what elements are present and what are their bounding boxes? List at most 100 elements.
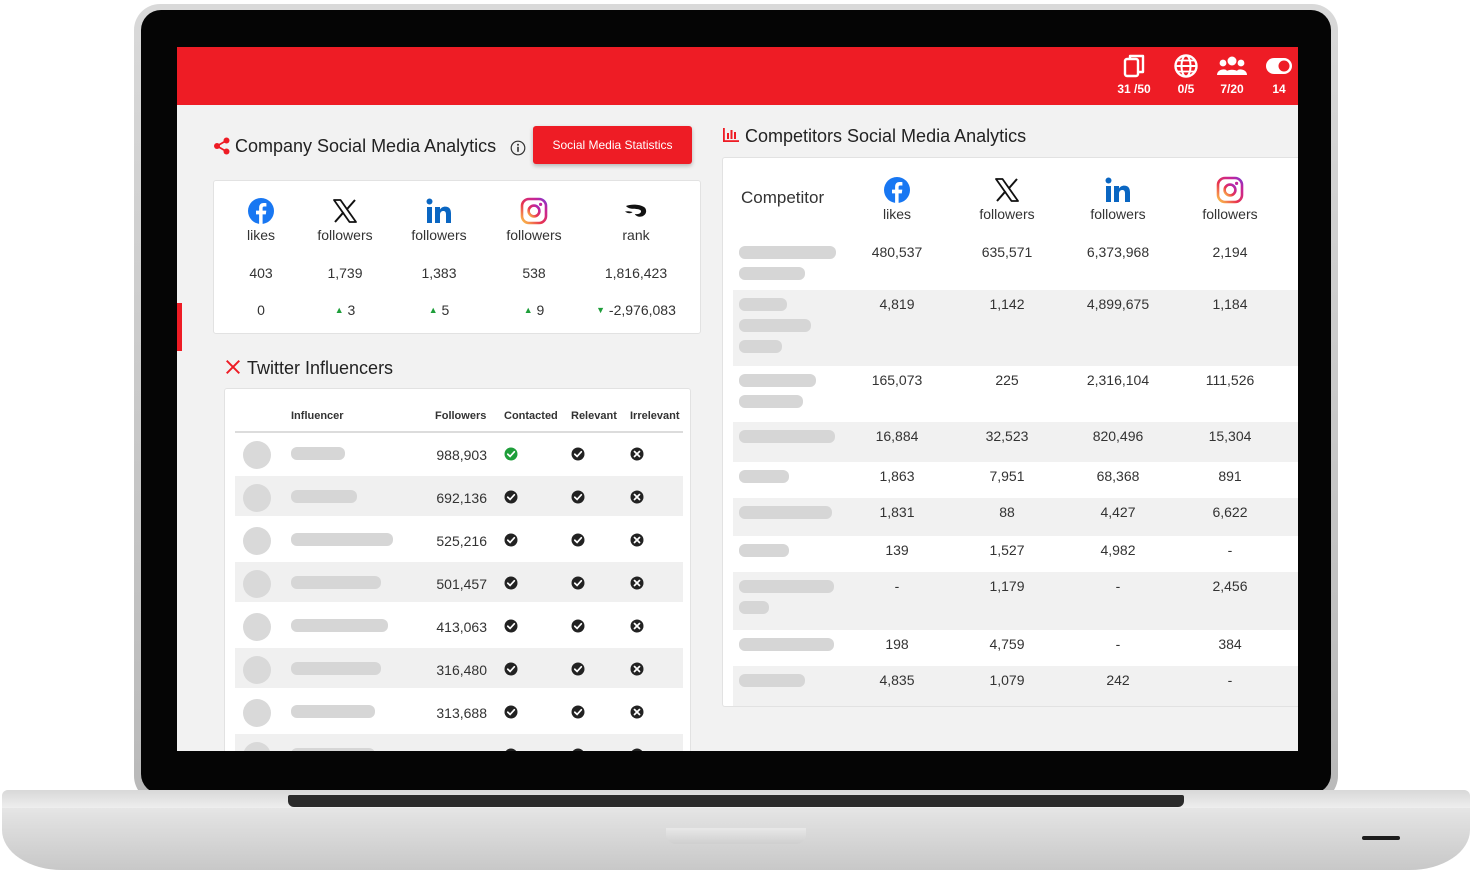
- company-rank-change: -2,976,083: [608, 302, 676, 318]
- avatar: [243, 441, 271, 469]
- competitor-value: 6,622: [1212, 504, 1248, 520]
- company-rank-metric: rank: [622, 227, 650, 243]
- contacted-check-icon[interactable]: [504, 662, 518, 676]
- table-row[interactable]: 4,835 1,079 242 -: [733, 666, 1298, 706]
- pages-icon: [1123, 54, 1145, 78]
- company-instagram-metric: followers: [506, 227, 562, 243]
- relevant-check-icon[interactable]: [571, 705, 585, 719]
- competitor-value: -: [1115, 578, 1121, 594]
- users-counter[interactable]: 7/20: [1206, 53, 1258, 96]
- comp-linkedin-metric: followers: [1090, 206, 1146, 222]
- table-row[interactable]: 139 1,527 4,982 -: [733, 536, 1298, 572]
- company-instagram-change-wrap: ▲ 9: [501, 302, 567, 318]
- irrelevant-x-icon[interactable]: [630, 705, 644, 719]
- table-row[interactable]: 1,831 88 4,427 6,622: [733, 498, 1298, 536]
- table-row[interactable]: 480,537 635,571 6,373,968 2,194: [733, 238, 1298, 290]
- competitor-value: 1,142: [989, 296, 1025, 312]
- competitor-value: 1,184: [1212, 296, 1248, 312]
- avatar: [243, 613, 271, 641]
- relevant-check-icon[interactable]: [571, 662, 585, 676]
- irrelevant-x-icon[interactable]: [630, 662, 644, 676]
- relevant-check-icon[interactable]: [571, 619, 585, 633]
- relevant-check-icon[interactable]: [571, 748, 585, 751]
- company-instagram-value: 538: [522, 265, 546, 281]
- table-row[interactable]: 4,819 1,142 4,899,675 1,184: [733, 290, 1298, 366]
- toggle-count: 14: [1272, 82, 1286, 96]
- irrelevant-x-icon[interactable]: [630, 533, 644, 547]
- relevant-check-icon[interactable]: [571, 447, 585, 461]
- competitor-value: 2,316,104: [1086, 372, 1150, 388]
- table-row[interactable]: 289,921: [235, 734, 683, 751]
- company-x-metric: followers: [317, 227, 373, 243]
- competitor-value: 242: [1106, 672, 1130, 688]
- company-x-change: 3: [347, 302, 356, 318]
- competitor-value: 635,571: [981, 244, 1033, 260]
- avatar: [243, 742, 271, 751]
- competitor-value: 2,456: [1212, 578, 1248, 594]
- table-row[interactable]: 692,136: [235, 476, 683, 516]
- table-row[interactable]: 16,884 32,523 820,496 15,304: [733, 422, 1298, 462]
- col-irrelevant: Irrelevant: [630, 410, 680, 422]
- influencer-name-placeholder: [291, 447, 345, 460]
- instagram-icon: [1216, 176, 1244, 204]
- irrelevant-x-icon[interactable]: [630, 447, 644, 461]
- avatar: [243, 484, 271, 512]
- contacted-check-icon[interactable]: [504, 447, 518, 461]
- social-media-statistics-button[interactable]: Social Media Statistics: [533, 126, 692, 164]
- info-icon[interactable]: [510, 140, 526, 156]
- contacted-check-icon[interactable]: [504, 576, 518, 590]
- contacted-check-icon[interactable]: [504, 748, 518, 751]
- table-row[interactable]: 313,688: [235, 691, 683, 731]
- relevant-check-icon[interactable]: [571, 576, 585, 590]
- influencer-followers: 413,063: [436, 619, 487, 635]
- avatar: [243, 699, 271, 727]
- col-followers: Followers: [435, 410, 487, 422]
- contacted-check-icon[interactable]: [504, 490, 518, 504]
- irrelevant-x-icon[interactable]: [630, 576, 644, 590]
- company-x-col: followers: [312, 197, 378, 243]
- relevant-check-icon[interactable]: [571, 490, 585, 504]
- contacted-check-icon[interactable]: [504, 705, 518, 719]
- table-row[interactable]: 198 4,759 - 384: [733, 630, 1298, 666]
- company-x-value: 1,739: [327, 265, 363, 281]
- table-row[interactable]: 525,216: [235, 519, 683, 559]
- company-rank-value: 1,816,423: [604, 265, 668, 281]
- table-row[interactable]: 1,863 7,951 68,368 891: [733, 462, 1298, 498]
- sites-counter[interactable]: 0/5: [1160, 53, 1212, 96]
- irrelevant-x-icon[interactable]: [630, 619, 644, 633]
- x-icon: [995, 178, 1019, 202]
- users-count: 7/20: [1220, 82, 1244, 96]
- company-rank-col: rank: [603, 197, 669, 243]
- relevant-check-icon[interactable]: [571, 533, 585, 547]
- influencers-card: Influencer Followers Contacted Relevant …: [224, 388, 691, 751]
- irrelevant-x-icon[interactable]: [630, 748, 644, 751]
- competitor-value: 1,831: [879, 504, 915, 520]
- competitor-name-placeholder: [739, 267, 805, 280]
- competitor-name-placeholder: [739, 506, 832, 519]
- pages-counter[interactable]: 31 /50: [1108, 53, 1160, 96]
- similarweb-icon: [625, 204, 647, 217]
- trend-up-icon: ▲: [334, 305, 344, 315]
- company-linkedin-col: followers: [406, 197, 472, 243]
- sites-count: 0/5: [1177, 82, 1195, 96]
- influencer-name-placeholder: [291, 619, 388, 632]
- toggle-icon: [1266, 58, 1292, 74]
- competitor-name-placeholder: [739, 298, 787, 311]
- toggle-counter[interactable]: 14: [1253, 53, 1298, 96]
- company-linkedin-change-wrap: ▲ 5: [406, 302, 472, 318]
- table-row[interactable]: - 1,179 - 2,456: [733, 572, 1298, 630]
- table-row[interactable]: 413,063: [235, 605, 683, 645]
- table-row[interactable]: 501,457: [235, 562, 683, 602]
- contacted-check-icon[interactable]: [504, 619, 518, 633]
- contacted-check-icon[interactable]: [504, 533, 518, 547]
- x-icon: [226, 360, 240, 374]
- competitor-value: 4,427: [1100, 504, 1136, 520]
- table-row[interactable]: 316,480: [235, 648, 683, 688]
- table-row[interactable]: 165,073 225 2,316,104 111,526: [733, 366, 1298, 422]
- irrelevant-x-icon[interactable]: [630, 490, 644, 504]
- company-instagram-col: followers: [501, 197, 567, 243]
- company-linkedin-value: 1,383: [421, 265, 457, 281]
- table-row[interactable]: 988,903: [235, 433, 683, 473]
- trend-down-icon: ▼: [596, 305, 606, 315]
- competitor-name-placeholder: [739, 638, 834, 651]
